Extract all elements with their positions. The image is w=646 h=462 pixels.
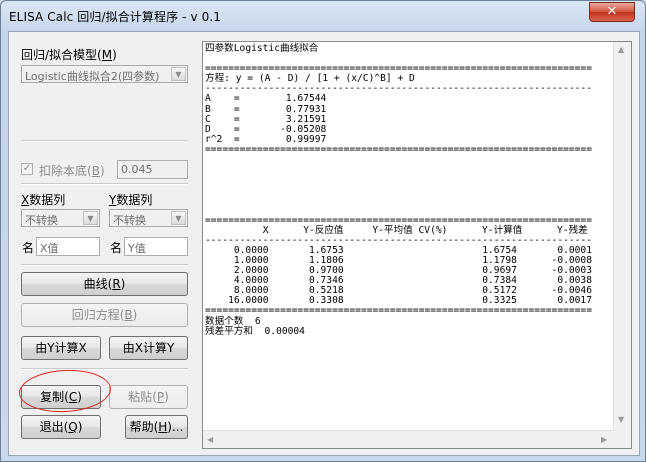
divider [21, 183, 188, 185]
exit-button-label: 退出 [39, 420, 64, 434]
window-title: ELISA Calc 回归/拟合计算程序 - v 0.1 [9, 10, 221, 24]
scrollbar-corner [614, 431, 631, 448]
equation-hotkey: B [124, 308, 133, 322]
chevron-down-icon[interactable]: ▼ [83, 211, 98, 225]
deduct-checkbox[interactable]: ✓ [21, 163, 33, 175]
vertical-scrollbar[interactable]: ▲ ▼ [613, 42, 631, 431]
divider [21, 140, 188, 142]
exit-button[interactable]: 退出(Q) [21, 415, 101, 439]
title-bar[interactable]: ELISA Calc 回归/拟合计算程序 - v 0.1 ✕ [1, 1, 645, 31]
equation-button[interactable]: 回归方程(B) [21, 303, 188, 327]
copy-button-label: 复制 [40, 390, 65, 404]
exit-hotkey: Q [68, 420, 78, 434]
chevron-down-icon[interactable]: ▼ [171, 67, 186, 81]
divider [21, 368, 188, 370]
y-name-input[interactable]: Y值 [124, 237, 188, 256]
deduct-hotkey: B [91, 164, 100, 178]
y-name-label: 名 [110, 241, 123, 255]
y-column-label: Y数据列 [109, 191, 152, 208]
x-column-label: X数据列 [21, 191, 65, 208]
deduct-value-field[interactable]: 0.045 [117, 160, 188, 179]
calc-y-from-x-button[interactable]: 由X计算Y [109, 336, 188, 360]
y-name-placeholder: Y值 [128, 242, 146, 255]
calc-x-from-y-button[interactable]: 由Y计算X [21, 336, 101, 360]
scroll-right-icon[interactable]: ▶ [601, 435, 607, 444]
scroll-left-icon[interactable]: ◀ [207, 435, 213, 444]
client-area: 回归/拟合模型(M) Logistic曲线拟合2(四参数) ▼ ✓ 扣除本底(B… [8, 31, 640, 456]
copy-hotkey: C [68, 390, 78, 404]
model-label-text: 回归/拟合模型 [21, 48, 98, 62]
help-button[interactable]: 帮助(H)... [125, 415, 188, 439]
result-line: 四参数Logistic曲线拟合 [205, 43, 319, 54]
model-label: 回归/拟合模型(M) [21, 48, 117, 62]
help-hotkey: H [158, 420, 168, 434]
model-select[interactable]: Logistic曲线拟合2(四参数) ▼ [21, 65, 188, 83]
x-name-input[interactable]: X值 [36, 237, 100, 256]
y-column-label-text: 数据列 [116, 193, 153, 207]
x-name-label: 名 [22, 241, 35, 255]
divider [21, 264, 188, 266]
curve-hotkey: R [112, 277, 121, 291]
x-column-hotkey: X [21, 193, 30, 207]
scroll-down-icon[interactable]: ▼ [618, 415, 624, 424]
y-transform-select[interactable]: 不转换 ▼ [109, 209, 188, 227]
paste-hotkey: P [156, 390, 165, 404]
paste-button-label: 粘贴 [128, 390, 153, 404]
curve-button[interactable]: 曲线(R) [21, 272, 188, 296]
x-name-placeholder: X值 [40, 242, 59, 255]
results-text: 四参数Logistic曲线拟合 ========================… [205, 43, 592, 337]
curve-button-label: 曲线 [83, 277, 108, 291]
deduct-value-text: 0.045 [121, 163, 153, 176]
x-column-label-text: 数据列 [29, 193, 66, 207]
results-text-area[interactable]: 四参数Logistic曲线拟合 ========================… [202, 41, 632, 449]
chevron-down-icon[interactable]: ▼ [171, 211, 186, 225]
paste-button[interactable]: 粘贴(P) [109, 385, 188, 409]
result-line: ========================================… [205, 305, 592, 317]
app-window: ELISA Calc 回归/拟合计算程序 - v 0.1 ✕ 回归/拟合模型(M… [0, 0, 646, 462]
y-transform-value: 不转换 [113, 214, 146, 227]
x-transform-select[interactable]: 不转换 ▼ [21, 209, 100, 227]
copy-button[interactable]: 复制(C) [21, 385, 101, 409]
result-line: ========================================… [205, 143, 592, 155]
deduct-label-text: 扣除本底 [39, 164, 88, 178]
scroll-up-icon[interactable]: ▲ [618, 45, 624, 54]
close-button[interactable]: ✕ [589, 2, 635, 22]
result-line: 残差平方和 0.00004 [205, 325, 305, 337]
model-hotkey: M [101, 48, 113, 62]
model-select-value: Logistic曲线拟合2(四参数) [25, 70, 160, 83]
deduct-label: 扣除本底(B) [39, 164, 105, 178]
equation-button-label: 回归方程 [71, 308, 120, 322]
help-button-label: 帮助 [129, 420, 154, 434]
horizontal-scrollbar[interactable]: ◀ ▶ [203, 430, 614, 448]
x-transform-value: 不转换 [25, 214, 58, 227]
